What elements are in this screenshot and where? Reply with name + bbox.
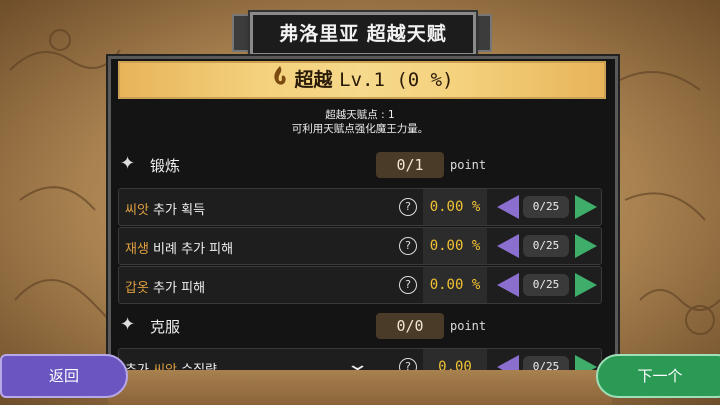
talent-label: 재생 비례 추가 피해 [125,242,234,257]
talent-description: 可利用天赋点强化魔王力量。 [291,123,429,135]
info-text: 超越天赋点 : 1 可利用天赋点强化魔王力量。 [108,108,612,136]
section-unit: point [450,158,487,172]
talent-points-line: 超越天赋点 : 1 [325,109,395,121]
decrease-arrow-icon[interactable] [497,234,519,258]
talent-row: 갑옷 추가 피해 ? 0.00 % 0/25 [118,266,602,304]
level-stepper: 0/25 [497,273,597,297]
section-training: ✦ 锻炼 0/1 point [120,152,600,178]
talent-label: 씨앗 추가 획득 [125,203,206,218]
increase-arrow-icon[interactable] [575,195,597,219]
back-button[interactable]: 返回 [0,354,128,398]
talent-label: 갑옷 추가 피해 [125,281,206,296]
flame-icon [270,64,290,98]
talent-percent: 0.00 % [423,267,487,303]
level-count: 0/25 [523,235,569,257]
panel-bottom-mask [108,370,612,405]
section-points: 0/0 [376,313,444,339]
level-count: 0/25 [523,274,569,296]
sparkle-icon: ✦ [120,314,136,335]
section-unit: point [450,319,487,333]
section-name: 锻炼 [150,157,181,175]
level-count: 0/25 [523,196,569,218]
talent-percent: 0.00 % [423,189,487,225]
talent-row: 재생 비례 추가 피해 ? 0.00 % 0/25 [118,227,602,265]
decrease-arrow-icon[interactable] [497,195,519,219]
section-name: 克服 [150,318,181,336]
level-stepper: 0/25 [497,195,597,219]
page-title: 弗洛里亚 超越天赋 [250,12,476,56]
transcend-banner: 超越 Lv.1 (0 %) [118,61,606,99]
talent-row: 씨앗 추가 획득 ? 0.00 % 0/25 [118,188,602,226]
help-icon[interactable]: ? [399,198,417,216]
increase-arrow-icon[interactable] [575,234,597,258]
banner-label: 超越 [294,69,333,91]
banner-level: Lv.1 (0 %) [339,69,454,91]
talent-percent: 0.00 % [423,228,487,264]
sparkle-icon: ✦ [120,153,136,174]
increase-arrow-icon[interactable] [575,273,597,297]
section-overcome: ✦ 克服 0/0 point [120,313,600,339]
level-stepper: 0/25 [497,234,597,258]
help-icon[interactable]: ? [399,276,417,294]
help-icon[interactable]: ? [399,237,417,255]
section-points: 0/1 [376,152,444,178]
next-button[interactable]: 下一个 [596,354,720,398]
chevron-down-icon[interactable]: ⌄ [345,354,369,375]
decrease-arrow-icon[interactable] [497,273,519,297]
